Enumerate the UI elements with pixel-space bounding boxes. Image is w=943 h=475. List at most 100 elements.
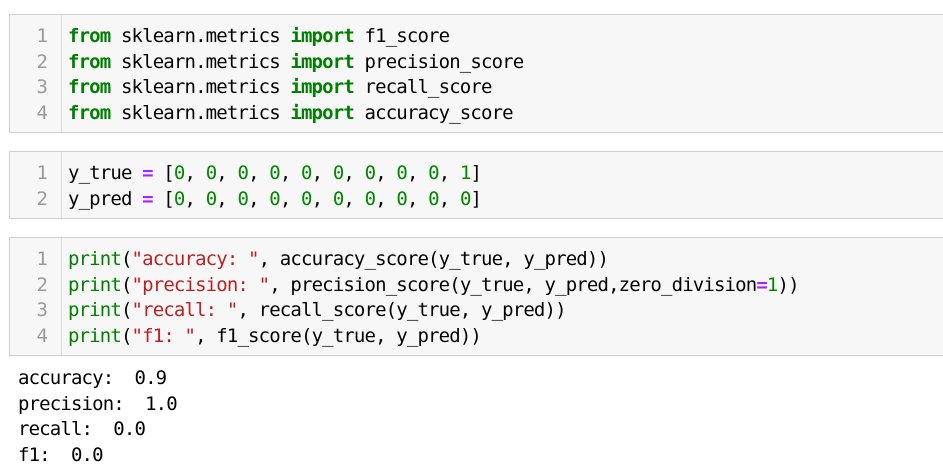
code-cell-imports[interactable]: 1 from sklearn.metrics import f1_score 2 fr…	[9, 14, 943, 133]
code-token: =	[142, 162, 153, 184]
code-token: 0	[459, 187, 471, 210]
code-token: ,	[248, 162, 270, 184]
code-token: sklearn.metrics	[110, 25, 291, 47]
code-cell-prints[interactable]: 1 print("accuracy: ", accuracy_score(y_tr…	[9, 237, 943, 356]
line-number: 2	[36, 273, 48, 296]
code-token: "precision: "	[131, 273, 271, 296]
code-text[interactable]: print("f1: ", f1_score(y_true, y_pred))	[68, 324, 482, 350]
line-number: 1	[36, 25, 48, 47]
code-token: from	[68, 101, 111, 124]
code-token: [	[152, 187, 174, 210]
code-token: "f1: "	[131, 324, 196, 347]
code-token: 0	[428, 187, 439, 210]
code-cell-data[interactable]: 1 y_true = [0, 0, 0, 0, 0, 0, 0, 0, 0, 1]…	[9, 151, 943, 219]
code-token: (	[120, 324, 132, 347]
code-token: (	[120, 299, 132, 321]
line-number: 3	[36, 299, 48, 321]
code-text[interactable]: from sklearn.metrics import accuracy_sco…	[68, 101, 514, 127]
code-token: "recall: "	[131, 299, 239, 321]
code-token: ,	[343, 187, 365, 210]
code-token: =	[142, 187, 153, 210]
code-token: ,	[311, 162, 333, 184]
code-token: import	[290, 76, 354, 98]
code-token: 0	[396, 162, 407, 184]
code-token: ,	[184, 187, 206, 210]
code-text[interactable]: y_pred = [0, 0, 0, 0, 0, 0, 0, 0, 0, 0]	[68, 187, 482, 213]
code-token: 0	[205, 187, 217, 210]
code-token: 0	[205, 162, 217, 184]
line-number-gutter	[61, 152, 62, 218]
code-token: y_true	[68, 162, 143, 184]
code-text[interactable]: from sklearn.metrics import f1_score	[68, 24, 450, 50]
code-text[interactable]: print("recall: ", recall_score(y_true, y…	[68, 298, 567, 324]
code-token: , f1_score(y_true, y_pred))	[195, 324, 482, 347]
code-token: print	[68, 273, 122, 296]
code-token: ,	[248, 187, 270, 210]
code-token: ,	[216, 187, 238, 210]
output-line-f1: f1: 0.0	[18, 443, 104, 466]
code-token: from	[68, 25, 111, 47]
cell-output: accuracy: 0.9 precision: 1.0 recall: 0.0…	[18, 366, 178, 468]
code-token: 0	[332, 187, 344, 210]
code-token: sklearn.metrics	[110, 101, 291, 124]
line-number: 4	[36, 101, 48, 124]
code-token: ,	[343, 162, 365, 184]
line-number: 3	[36, 76, 48, 98]
code-token: 0	[396, 187, 407, 210]
code-token: ,	[406, 187, 429, 210]
code-text[interactable]: print("accuracy: ", accuracy_score(y_tru…	[68, 247, 609, 273]
code-token: ,	[375, 162, 397, 184]
line-number-gutter	[61, 238, 62, 355]
code-text[interactable]: from sklearn.metrics import recall_score	[68, 75, 492, 101]
code-token: ))	[777, 273, 800, 296]
code-text[interactable]: from sklearn.metrics import precision_sc…	[68, 50, 525, 76]
code-token: ,	[311, 187, 333, 210]
code-token: ,	[279, 187, 302, 210]
code-token: y_pred	[68, 187, 143, 210]
code-token: "accuracy: "	[131, 248, 260, 270]
code-token: ]	[470, 187, 482, 210]
code-token: 1	[766, 273, 778, 296]
code-text[interactable]: y_true = [0, 0, 0, 0, 0, 0, 0, 0, 0, 1]	[68, 161, 482, 187]
line-number: 4	[36, 324, 48, 347]
code-token: [	[152, 162, 174, 184]
code-token: ,	[375, 187, 397, 210]
code-token: recall_score	[353, 76, 493, 98]
code-token: , precision_score(y_true, y_pred,zero_di…	[269, 273, 757, 296]
code-token: 0	[301, 162, 312, 184]
cell-editor[interactable]: 1 from sklearn.metrics import f1_score 2 fr…	[10, 15, 943, 132]
code-token: 0	[237, 162, 249, 184]
code-token: 0	[269, 187, 280, 210]
code-token: ,	[438, 187, 460, 210]
code-token: 0	[364, 187, 376, 210]
code-token: 0	[332, 162, 344, 184]
line-number: 1	[36, 162, 48, 184]
cell-editor[interactable]: 1 print("accuracy: ", accuracy_score(y_tr…	[10, 238, 943, 355]
line-number-gutter	[61, 15, 62, 132]
code-token: print	[68, 248, 122, 270]
code-token: sklearn.metrics	[110, 50, 291, 73]
line-number: 2	[36, 50, 48, 73]
code-token: , accuracy_score(y_true, y_pred))	[258, 248, 609, 270]
code-token: 0	[173, 187, 185, 210]
code-token: (	[120, 248, 132, 270]
code-token: 0	[237, 187, 249, 210]
code-token: print	[68, 324, 122, 347]
code-token: ,	[184, 162, 206, 184]
line-number: 1	[36, 248, 48, 270]
code-token: ,	[438, 162, 460, 184]
code-token: ,	[279, 162, 302, 184]
output-line-recall: recall: 0.0	[18, 418, 146, 440]
code-token: , recall_score(y_true, y_pred))	[237, 299, 566, 321]
code-token: 0	[428, 162, 439, 184]
code-token: precision_score	[353, 50, 525, 73]
code-token: print	[68, 299, 122, 321]
code-token: accuracy_score	[353, 101, 514, 124]
cell-editor[interactable]: 1 y_true = [0, 0, 0, 0, 0, 0, 0, 0, 0, 1]…	[10, 152, 943, 218]
code-text[interactable]: print("precision: ", precision_score(y_t…	[68, 273, 800, 299]
code-token: 0	[301, 187, 312, 210]
code-token: 0	[364, 162, 376, 184]
output-line-accuracy: accuracy: 0.9	[18, 367, 167, 389]
code-token: ,	[216, 162, 238, 184]
code-token: ]	[470, 162, 482, 184]
